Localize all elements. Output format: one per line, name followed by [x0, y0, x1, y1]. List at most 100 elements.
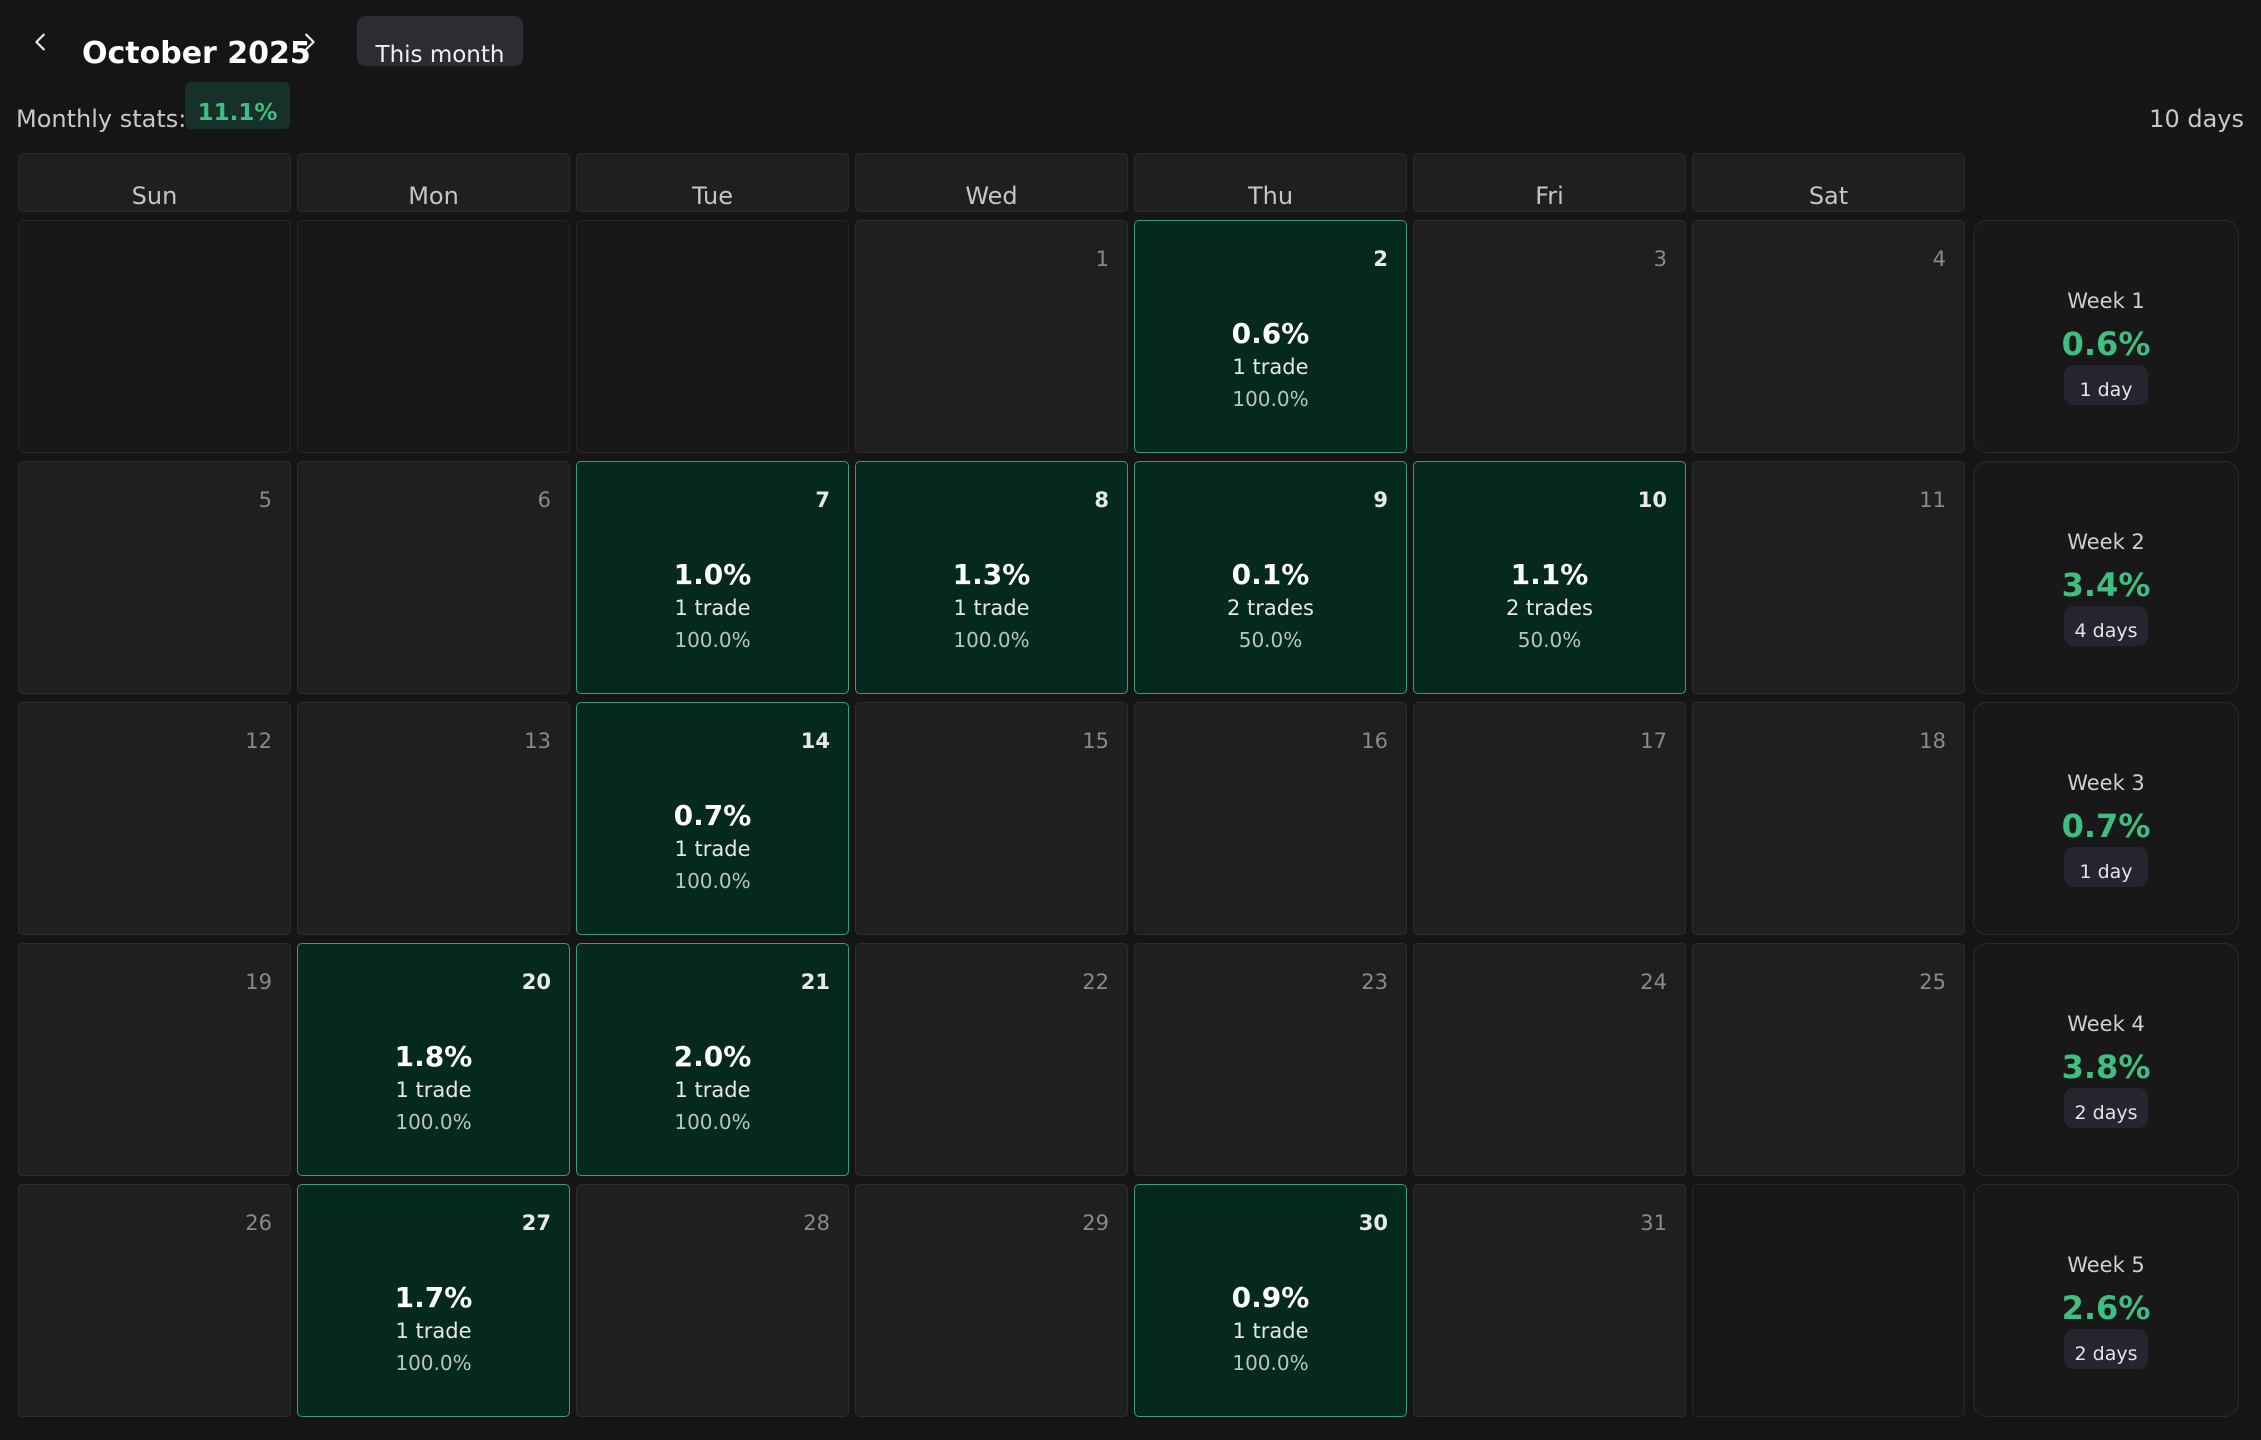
day-number: 13 [524, 729, 551, 753]
week-label: Week 3 [2067, 771, 2145, 795]
day-trade-count: 2 trades [1506, 596, 1593, 620]
week-return-pct: 0.6% [2061, 325, 2151, 363]
weekday-header-thu: Thu [1134, 153, 1407, 212]
week-days-badge: 1 day [2064, 847, 2148, 887]
calendar-toolbar: October 2025 This month [0, 0, 2261, 80]
day-number: 15 [1082, 729, 1109, 753]
monthly-stats-badge: 11.1% [185, 82, 290, 129]
calendar-day-cell[interactable]: 5 [18, 461, 291, 694]
day-return-pct: 0.7% [673, 799, 752, 832]
calendar-day-cell[interactable]: 19 [18, 943, 291, 1176]
this-month-button[interactable]: This month [357, 16, 523, 68]
chevron-left-icon [35, 33, 45, 51]
calendar-day-cell[interactable]: 17 [1413, 702, 1686, 935]
day-number: 12 [245, 729, 272, 753]
calendar-day-cell[interactable]: 30 0.9% 1 trade 100.0% [1134, 1184, 1407, 1417]
month-title: October 2025 [82, 36, 311, 71]
day-number: 24 [1640, 970, 1667, 994]
week-summary-card: Week 4 3.8% 2 days [1973, 943, 2239, 1176]
day-number: 8 [1094, 488, 1109, 512]
day-win-rate: 50.0% [1238, 628, 1303, 652]
calendar-day-cell[interactable]: 6 [297, 461, 570, 694]
calendar-day-cell[interactable]: 22 [855, 943, 1128, 1176]
calendar-day-cell[interactable]: 13 [297, 702, 570, 935]
calendar-day-cell[interactable]: 3 [1413, 220, 1686, 453]
calendar-day-cell[interactable]: 16 [1134, 702, 1407, 935]
day-number: 21 [800, 970, 830, 994]
monthly-stats-label: Monthly stats: [16, 105, 187, 133]
calendar-day-cell[interactable]: 8 1.3% 1 trade 100.0% [855, 461, 1128, 694]
day-number: 23 [1361, 970, 1388, 994]
calendar-day-cell[interactable]: 25 [1692, 943, 1965, 1176]
calendar-day-cell[interactable]: 18 [1692, 702, 1965, 935]
week-days-badge: 2 days [2064, 1088, 2148, 1128]
calendar-day-cell[interactable]: 9 0.1% 2 trades 50.0% [1134, 461, 1407, 694]
calendar-day-cell[interactable]: 14 0.7% 1 trade 100.0% [576, 702, 849, 935]
day-number: 19 [245, 970, 272, 994]
day-win-rate: 100.0% [953, 628, 1030, 652]
calendar-day-cell[interactable]: 28 [576, 1184, 849, 1417]
day-number: 5 [258, 488, 272, 512]
day-win-rate: 100.0% [674, 628, 751, 652]
day-win-rate: 50.0% [1517, 628, 1582, 652]
calendar-day-cell[interactable]: 11 [1692, 461, 1965, 694]
calendar-day-cell[interactable]: 15 [855, 702, 1128, 935]
chevron-right-icon [305, 33, 315, 51]
calendar-day-cell[interactable]: 1 [855, 220, 1128, 453]
day-trade-count: 1 trade [1232, 355, 1309, 379]
day-number: 27 [521, 1211, 551, 1235]
calendar-day-cell[interactable]: 31 [1413, 1184, 1686, 1417]
calendar-empty-cell [297, 220, 570, 453]
day-number: 4 [1932, 247, 1946, 271]
day-trade-count: 1 trade [674, 596, 751, 620]
day-return-pct: 1.0% [673, 558, 752, 591]
weekday-header-wed: Wed [855, 153, 1128, 212]
week-return-pct: 3.8% [2061, 1048, 2151, 1086]
day-number: 1 [1095, 247, 1109, 271]
calendar-empty-cell [18, 220, 291, 453]
day-win-rate: 100.0% [1232, 1351, 1309, 1375]
day-trade-count: 1 trade [1232, 1319, 1309, 1343]
day-number: 9 [1373, 488, 1388, 512]
week-days-badge: 2 days [2064, 1329, 2148, 1369]
day-number: 22 [1082, 970, 1109, 994]
calendar-day-cell[interactable]: 10 1.1% 2 trades 50.0% [1413, 461, 1686, 694]
calendar-day-cell[interactable]: 29 [855, 1184, 1128, 1417]
calendar-day-cell[interactable]: 12 [18, 702, 291, 935]
week-days-badge: 4 days [2064, 606, 2148, 646]
calendar-day-cell[interactable]: 21 2.0% 1 trade 100.0% [576, 943, 849, 1176]
day-return-pct: 1.1% [1510, 558, 1589, 591]
day-number: 25 [1919, 970, 1946, 994]
calendar-day-cell[interactable]: 20 1.8% 1 trade 100.0% [297, 943, 570, 1176]
day-win-rate: 100.0% [395, 1110, 472, 1134]
day-trade-count: 2 trades [1227, 596, 1314, 620]
week-return-pct: 3.4% [2061, 566, 2151, 604]
weekday-header-fri: Fri [1413, 153, 1686, 212]
week-label: Week 5 [2067, 1253, 2145, 1277]
weekday-header-mon: Mon [297, 153, 570, 212]
calendar-day-cell[interactable]: 24 [1413, 943, 1686, 1176]
day-number: 3 [1653, 247, 1667, 271]
calendar-day-cell[interactable]: 7 1.0% 1 trade 100.0% [576, 461, 849, 694]
next-month-button[interactable] [289, 22, 329, 62]
week-summary-card: Week 3 0.7% 1 day [1973, 702, 2239, 935]
calendar-day-cell[interactable]: 4 [1692, 220, 1965, 453]
day-number: 20 [521, 970, 551, 994]
day-number: 28 [803, 1211, 830, 1235]
calendar-day-cell[interactable]: 26 [18, 1184, 291, 1417]
week-label: Week 4 [2067, 1012, 2145, 1036]
day-return-pct: 1.8% [394, 1040, 473, 1073]
day-return-pct: 2.0% [673, 1040, 752, 1073]
day-number: 11 [1919, 488, 1946, 512]
week-summary-card: Week 1 0.6% 1 day [1973, 220, 2239, 453]
calendar-day-cell[interactable]: 2 0.6% 1 trade 100.0% [1134, 220, 1407, 453]
day-number: 29 [1082, 1211, 1109, 1235]
calendar-day-cell[interactable]: 23 [1134, 943, 1407, 1176]
day-win-rate: 100.0% [674, 1110, 751, 1134]
prev-month-button[interactable] [21, 22, 61, 62]
week-return-pct: 2.6% [2061, 1289, 2151, 1327]
day-return-pct: 1.3% [952, 558, 1031, 591]
calendar-empty-cell [576, 220, 849, 453]
week-days-badge: 1 day [2064, 365, 2148, 405]
calendar-day-cell[interactable]: 27 1.7% 1 trade 100.0% [297, 1184, 570, 1417]
